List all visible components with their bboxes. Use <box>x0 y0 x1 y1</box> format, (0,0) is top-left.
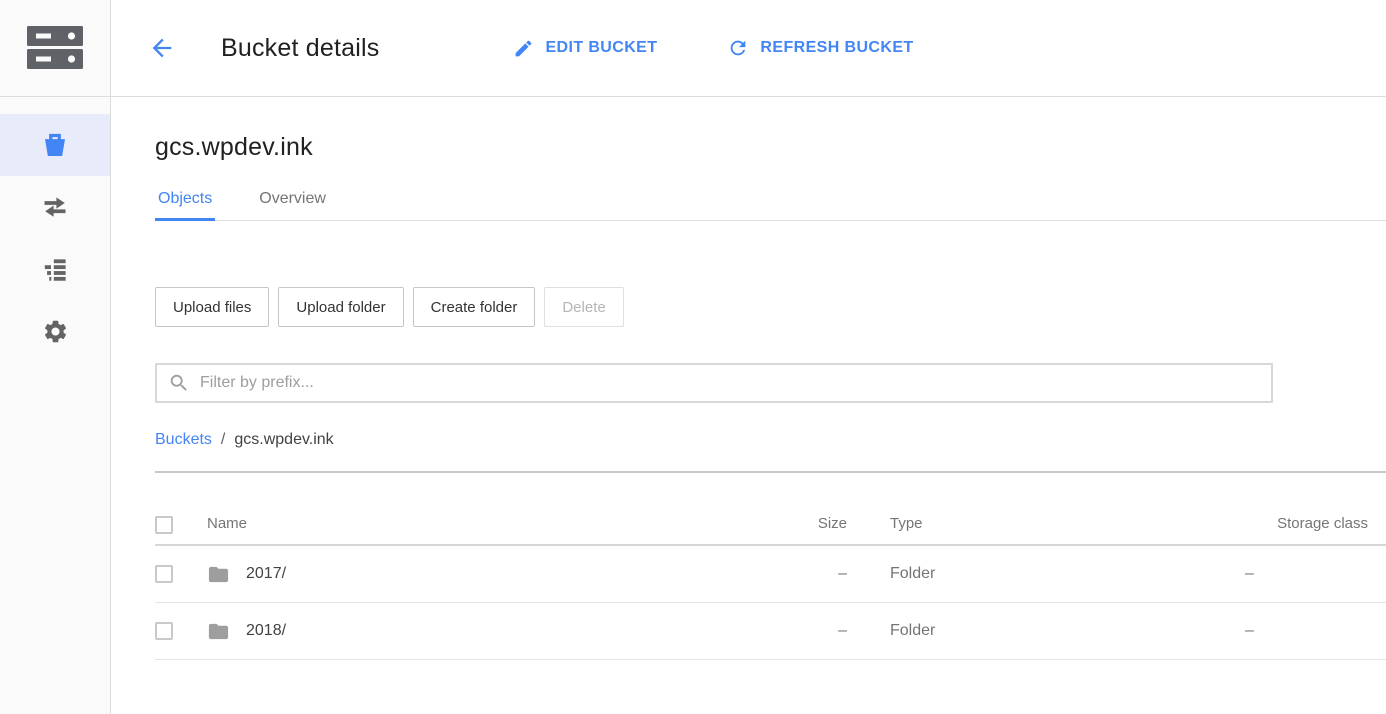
page-header: Bucket details EDIT BUCKET REFRESH BUCKE… <box>111 0 1386 97</box>
breadcrumb-separator: / <box>221 431 225 449</box>
upload-files-button[interactable]: Upload files <box>155 287 269 327</box>
sidebar-item-transfer[interactable] <box>0 176 110 238</box>
bucket-details-main: gcs.wpdev.ink Objects Overview Upload fi… <box>111 97 1386 714</box>
content-column: Bucket details EDIT BUCKET REFRESH BUCKE… <box>111 0 1386 714</box>
back-button[interactable] <box>147 33 177 63</box>
row-checkbox[interactable] <box>155 565 173 583</box>
sidebar-item-settings[interactable] <box>0 300 110 362</box>
object-type: Folder <box>890 565 1232 583</box>
refresh-bucket-label: REFRESH BUCKET <box>760 39 913 57</box>
prefix-filter-input[interactable] <box>200 365 1271 401</box>
table-row[interactable]: 2018/ – Folder – <box>155 603 1386 660</box>
arrow-back-icon <box>148 34 176 62</box>
bucket-icon <box>40 130 70 160</box>
bucket-details-window: Bucket details EDIT BUCKET REFRESH BUCKE… <box>0 0 1386 714</box>
sidebar-item-buckets[interactable] <box>0 114 110 176</box>
refresh-bucket-button[interactable]: REFRESH BUCKET <box>727 37 913 59</box>
sidebar-item-usage[interactable] <box>0 238 110 300</box>
select-all-checkbox[interactable] <box>155 516 173 534</box>
page-title: Bucket details <box>221 34 379 63</box>
column-header-storage-class: Storage class <box>1232 515 1386 532</box>
folder-icon <box>207 563 230 586</box>
object-name[interactable]: 2018/ <box>246 622 286 640</box>
edit-bucket-label: EDIT BUCKET <box>545 39 657 57</box>
tab-overview[interactable]: Overview <box>256 190 329 220</box>
breadcrumb-buckets-link[interactable]: Buckets <box>155 431 212 449</box>
column-header-size: Size <box>770 515 890 532</box>
sidebar <box>0 0 111 714</box>
tab-bar: Objects Overview <box>155 190 1386 221</box>
gear-icon <box>42 318 69 345</box>
object-size: – <box>770 622 890 640</box>
object-storage-class: – <box>1232 622 1386 640</box>
tab-objects[interactable]: Objects <box>155 190 215 220</box>
edit-bucket-button[interactable]: EDIT BUCKET <box>513 38 657 59</box>
create-folder-button[interactable]: Create folder <box>413 287 536 327</box>
object-name[interactable]: 2017/ <box>246 565 286 583</box>
refresh-icon <box>727 37 749 59</box>
object-type: Folder <box>890 622 1232 640</box>
column-header-type: Type <box>890 515 1232 532</box>
usage-list-icon <box>42 256 69 283</box>
table-header-row: Name Size Type Storage class <box>155 473 1386 546</box>
transfer-arrows-icon <box>41 193 69 221</box>
delete-button[interactable]: Delete <box>544 287 623 327</box>
prefix-filter <box>155 363 1273 403</box>
breadcrumb: Buckets / gcs.wpdev.ink <box>155 431 1386 449</box>
storage-server-icon <box>27 26 83 70</box>
folder-icon <box>207 620 230 643</box>
object-actions-toolbar: Upload files Upload folder Create folder… <box>155 287 1386 327</box>
app-logo <box>0 0 110 97</box>
column-header-name: Name <box>207 515 770 532</box>
row-checkbox[interactable] <box>155 622 173 640</box>
object-size: – <box>770 565 890 583</box>
pencil-icon <box>513 38 534 59</box>
breadcrumb-current: gcs.wpdev.ink <box>234 431 333 449</box>
sidebar-nav <box>0 114 110 362</box>
search-icon <box>168 372 190 394</box>
object-storage-class: – <box>1232 565 1386 583</box>
bucket-name-title: gcs.wpdev.ink <box>155 133 1386 162</box>
table-row[interactable]: 2017/ – Folder – <box>155 546 1386 603</box>
upload-folder-button[interactable]: Upload folder <box>278 287 403 327</box>
